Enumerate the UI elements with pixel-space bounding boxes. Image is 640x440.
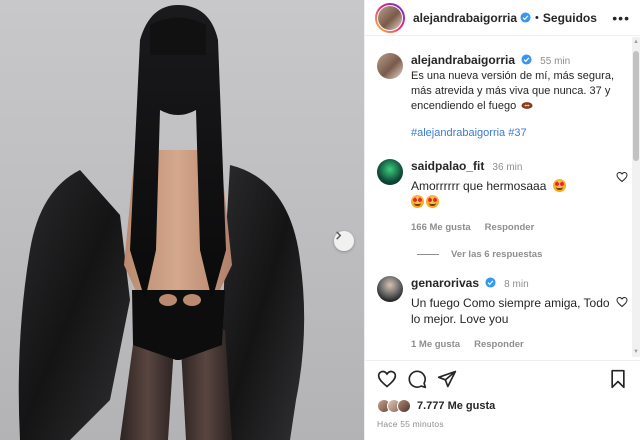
liker-avatars: [377, 399, 411, 413]
comment-likes-count[interactable]: 1 Me gusta: [411, 337, 460, 352]
heart-eyes-emoji-icon: [552, 179, 566, 192]
comment-text: Un fuego Como siempre amiga, Todo lo mej…: [411, 296, 610, 326]
caption-avatar[interactable]: [377, 53, 403, 79]
comments-list[interactable]: alejandrabaigorria 55 min Es una nueva v…: [365, 37, 640, 357]
view-replies-label: Ver las 6 respuestas: [451, 249, 543, 260]
commenter-avatar[interactable]: [377, 276, 403, 302]
follow-status-button[interactable]: Seguidos: [543, 11, 597, 25]
scroll-up-arrow-icon[interactable]: ▲: [633, 39, 639, 45]
caption-time: 55 min: [540, 56, 571, 67]
share-send-icon[interactable]: [437, 369, 457, 389]
header-separator: •: [535, 11, 539, 24]
comment-bubble-icon[interactable]: [407, 369, 427, 389]
likes-count[interactable]: 7.777 Me gusta: [417, 400, 495, 412]
view-replies-button[interactable]: Ver las 6 respuestas: [365, 249, 640, 260]
like-comment-heart-icon[interactable]: [616, 296, 628, 308]
verified-badge-icon: [521, 54, 532, 65]
post-timestamp: Hace 55 minutos: [377, 419, 444, 429]
caption-text: Es una nueva versión de mí, más segura, …: [411, 70, 614, 112]
next-photo-button[interactable]: [334, 231, 354, 251]
like-heart-icon[interactable]: [377, 369, 397, 389]
likes-summary[interactable]: 7.777 Me gusta: [377, 399, 628, 413]
commenter-avatar[interactable]: [377, 159, 403, 185]
caption-hashtags[interactable]: #alejandrabaigorria #37: [411, 126, 628, 141]
comment-row: genarorivas 8 min Un fuego Como siempre …: [365, 276, 640, 352]
verified-badge-icon: [520, 12, 531, 23]
post-photo[interactable]: [0, 0, 364, 440]
comment-time: 8 min: [504, 279, 529, 290]
caption-username[interactable]: alejandrabaigorria: [411, 53, 515, 67]
like-comment-heart-icon[interactable]: [616, 171, 628, 183]
football-icon: [521, 102, 533, 109]
author-username[interactable]: alejandrabaigorria: [413, 11, 517, 25]
reply-button[interactable]: Responder: [485, 220, 535, 235]
comment-likes-count[interactable]: 166 Me gusta: [411, 220, 471, 235]
post-actions: 7.777 Me gusta Hace 55 minutos: [365, 360, 640, 429]
heart-eyes-emoji-icon: [411, 195, 424, 208]
comment-username[interactable]: genarorivas: [411, 276, 479, 290]
save-bookmark-icon[interactable]: [608, 369, 628, 389]
post-header: alejandrabaigorria • Seguidos •••: [365, 0, 640, 36]
verified-badge-icon: [485, 277, 496, 288]
heart-eyes-emoji-icon: [426, 195, 439, 208]
more-options-icon[interactable]: •••: [612, 10, 630, 26]
comment-username[interactable]: saidpalao_fit: [411, 159, 484, 173]
comment-time: 36 min: [492, 162, 523, 173]
replies-divider: [417, 254, 439, 255]
scroll-down-arrow-icon[interactable]: ▼: [633, 349, 639, 355]
comment-text: Amorrrrrr que hermosaaa: [411, 179, 547, 193]
caption-row: alejandrabaigorria 55 min Es una nueva v…: [365, 37, 640, 141]
comments-scrollbar[interactable]: ▲ ▼: [632, 37, 640, 357]
chevron-right-icon: [336, 231, 342, 240]
scrollbar-thumb[interactable]: [633, 51, 639, 161]
post-side-panel: alejandrabaigorria • Seguidos ••• alejan…: [364, 0, 640, 440]
author-avatar[interactable]: [375, 2, 405, 33]
comment-row: saidpalao_fit 36 min Amorrrrrr que hermo…: [365, 159, 640, 235]
reply-button[interactable]: Responder: [474, 337, 524, 352]
post-image: [18, 5, 305, 440]
